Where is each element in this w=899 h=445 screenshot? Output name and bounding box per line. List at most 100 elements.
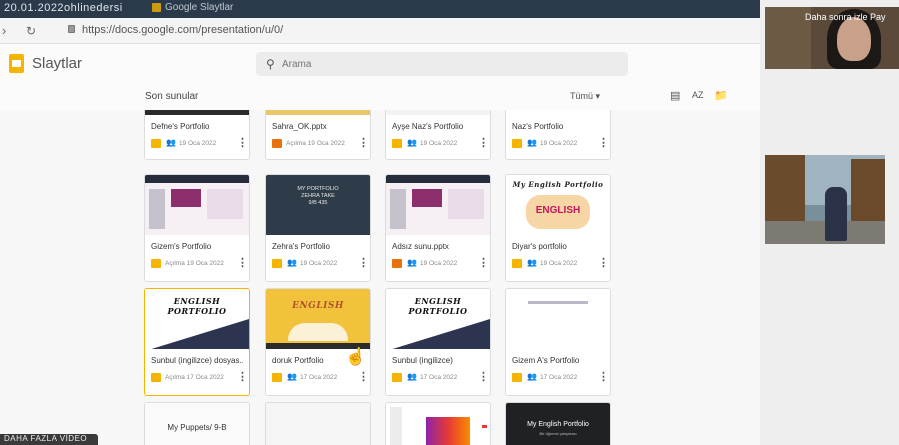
shared-icon: 👥	[527, 372, 537, 381]
thumbnail	[266, 403, 370, 445]
thumb-text-line: ZEHRA TAKE	[301, 193, 335, 199]
list-view-icon[interactable]: ▤	[670, 89, 680, 102]
file-card[interactable]: ENGLISH PORTFOLIO Sunbul (ingilizce) 👥 1…	[385, 288, 491, 396]
file-card[interactable]: Naz's Portfolio 👥 19 Oca 2022 ⋮	[505, 110, 611, 160]
file-date: 19 Oca 2022	[300, 260, 338, 267]
thumbnail: My Puppets/ 9-B	[145, 403, 249, 445]
more-videos-badge[interactable]: DAHA FAZLA VİDEO	[0, 434, 98, 445]
webcam-video-2[interactable]	[765, 155, 885, 244]
shared-icon: 👥	[527, 258, 537, 267]
search-icon[interactable]: ⚲	[266, 57, 275, 71]
more-options-icon[interactable]: ⋮	[478, 370, 489, 383]
url-field[interactable]: https://docs.google.com/presentation/u/0…	[82, 24, 283, 36]
more-options-icon[interactable]: ⋮	[358, 256, 369, 269]
thumb-text-line: MY PORTFOLIO	[297, 186, 339, 192]
file-card[interactable]: Gizem A's Portfolio 👥 17 Oca 2022 ⋮	[505, 288, 611, 396]
slides-file-icon	[512, 139, 522, 148]
file-name: Zehra's Portfolio	[272, 242, 330, 251]
more-options-icon[interactable]: ⋮	[237, 136, 248, 149]
card-footer: Defne's Portfolio 👥 19 Oca 2022 ⋮	[145, 115, 249, 159]
tree	[765, 155, 805, 225]
screen: 20.01.2022ohlinedersi Google Slaytlar › …	[0, 0, 899, 445]
more-options-icon[interactable]: ⋮	[598, 136, 609, 149]
thumbnail	[145, 175, 249, 237]
file-name: Sunbul (ingilizce)	[392, 356, 453, 365]
file-card[interactable]: ENGLISH doruk Portfolio 👥 17 Oca 2022 ⋮	[265, 288, 371, 396]
thumb-title: ENGLISH	[292, 301, 344, 311]
filter-bar: Son sunular Tümü ▾ ▤ AZ 📁	[0, 84, 760, 110]
card-footer: Zehra's Portfolio 👥 19 Oca 2022 ⋮	[266, 235, 370, 281]
forward-icon[interactable]: ›	[2, 23, 6, 38]
file-date: 19 Oca 2022	[179, 140, 217, 147]
webcam-video-1[interactable]: Daha sonra izle Pay	[765, 7, 899, 69]
slides-file-icon	[272, 373, 282, 382]
more-options-icon[interactable]: ⋮	[478, 256, 489, 269]
thumbnail: MY PORTFOLIO ZEHRA TAKE 9/B 435	[266, 175, 370, 237]
file-date: Açılma 19 Oca 2022	[286, 140, 345, 147]
tab-title[interactable]: 20.01.2022ohlinedersi	[4, 2, 123, 14]
file-date: 17 Oca 2022	[300, 374, 338, 381]
file-name: Sunbul (ingilizce) dosyas...	[151, 356, 243, 365]
thumbnail: My English Portfolio Bir öğrenci çalışma…	[506, 403, 610, 445]
file-date: 17 Oca 2022	[540, 374, 578, 381]
file-card[interactable]: Defne's Portfolio 👥 19 Oca 2022 ⋮	[144, 110, 250, 160]
more-options-icon[interactable]: ⋮	[237, 256, 248, 269]
app-name[interactable]: Slaytlar	[32, 55, 82, 72]
file-card[interactable]: Adsız sunu.pptx 👥 19 Oca 2022 ⋮	[385, 174, 491, 282]
file-name: Diyar's portfolio	[512, 242, 567, 251]
file-card[interactable]: ENGLISH PORTFOLIO Sunbul (ingilizce) dos…	[144, 288, 250, 396]
slides-file-icon	[392, 139, 402, 148]
more-options-icon[interactable]: ⋮	[237, 370, 248, 383]
watch-later-caption[interactable]: Daha sonra izle Pay	[805, 12, 886, 22]
shared-icon: 👥	[287, 258, 297, 267]
more-options-icon[interactable]: ⋮	[478, 136, 489, 149]
file-card[interactable]: My English Portfolio ENGLISH Diyar's por…	[505, 174, 611, 282]
more-options-icon[interactable]: ⋮	[598, 256, 609, 269]
card-footer: Ayşe Naz's Portfolio 👥 19 Oca 2022 ⋮	[386, 115, 490, 159]
search-box[interactable]: ⚲	[256, 52, 628, 76]
owner-filter-dropdown[interactable]: Tümü ▾	[570, 91, 600, 102]
slides-file-icon	[512, 259, 522, 268]
tab2-label: Google Slaytlar	[165, 2, 234, 13]
thumb-word: ENGLISH	[535, 205, 581, 216]
file-date: 19 Oca 2022	[540, 260, 578, 267]
tab-slides[interactable]: Google Slaytlar	[152, 2, 233, 13]
thumbnail	[386, 403, 490, 445]
folder-icon[interactable]: 📁	[714, 89, 728, 102]
slides-file-icon	[272, 259, 282, 268]
card-footer: Sahra_OK.pptx Açılma 19 Oca 2022 ⋮	[266, 115, 370, 159]
slides-logo-icon[interactable]	[9, 54, 24, 73]
shared-icon: 👥	[407, 372, 417, 381]
thumbnail: My English Portfolio ENGLISH	[506, 175, 610, 237]
file-card[interactable]: Sahra_OK.pptx Açılma 19 Oca 2022 ⋮	[265, 110, 371, 160]
sort-az-icon[interactable]: AZ	[692, 90, 704, 100]
more-options-icon[interactable]: ⋮	[358, 370, 369, 383]
more-options-icon[interactable]: ⋮	[358, 136, 369, 149]
file-card[interactable]: Ayşe Naz's Portfolio 👥 19 Oca 2022 ⋮	[385, 110, 491, 160]
file-card[interactable]: My Puppets/ 9-B	[144, 402, 250, 445]
shared-icon: 👥	[166, 138, 176, 147]
file-name: Gizem's Portfolio	[151, 242, 212, 251]
card-footer: Gizem's Portfolio Açılma 19 Oca 2022 ⋮	[145, 235, 249, 281]
slides-icon	[152, 2, 161, 12]
file-date: Açılma 19 Oca 2022	[165, 260, 224, 267]
thumb-subtitle: Bir öğrenci çalışması	[539, 431, 577, 436]
file-date: 19 Oca 2022	[420, 260, 458, 267]
thumbnail: ENGLISH	[266, 289, 370, 351]
slides-file-icon	[151, 373, 161, 382]
more-options-icon[interactable]: ⋮	[598, 370, 609, 383]
file-card[interactable]: MY PORTFOLIO ZEHRA TAKE 9/B 435 Zehra's …	[265, 174, 371, 282]
file-card[interactable]: My English Portfolio Bir öğrenci çalışma…	[505, 402, 611, 445]
shared-icon: 👥	[527, 138, 537, 147]
person-figure	[825, 187, 847, 241]
card-footer: Naz's Portfolio 👥 19 Oca 2022 ⋮	[506, 115, 610, 159]
thumb-text-line: 9/B 435	[308, 200, 328, 206]
file-card[interactable]	[265, 402, 371, 445]
file-card[interactable]: Gizem's Portfolio Açılma 19 Oca 2022 ⋮	[144, 174, 250, 282]
recent-presentations-heading: Son sunular	[145, 91, 199, 102]
search-input[interactable]	[282, 56, 612, 72]
browser-window: 20.01.2022ohlinedersi Google Slaytlar › …	[0, 0, 760, 445]
reload-icon[interactable]: ↻	[26, 24, 36, 38]
file-card[interactable]	[385, 402, 491, 445]
card-footer: Sunbul (ingilizce) 👥 17 Oca 2022 ⋮	[386, 349, 490, 395]
